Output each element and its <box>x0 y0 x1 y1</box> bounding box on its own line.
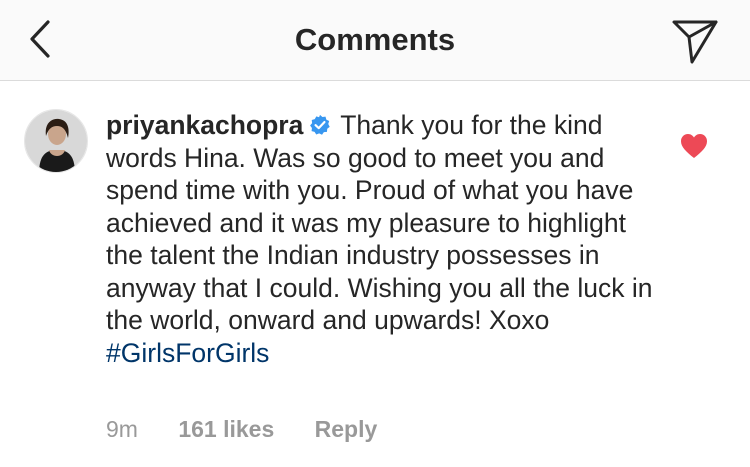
comment-hashtag[interactable]: #GirlsForGirls <box>106 338 269 368</box>
back-button[interactable] <box>22 14 62 64</box>
comment-like-button[interactable] <box>680 133 708 159</box>
comment-meta: 9m 161 likes Reply <box>106 414 377 444</box>
verified-badge-icon <box>310 114 331 135</box>
comment-item: priyankachopra Thank you for the kind wo… <box>0 81 750 467</box>
top-bar: Comments <box>0 0 750 81</box>
reply-button[interactable]: Reply <box>315 414 378 444</box>
heart-filled-icon <box>681 134 707 158</box>
profile-photo <box>25 110 87 172</box>
comment-username[interactable]: priyankachopra <box>106 110 303 140</box>
comment-message: Thank you for the kind words Hina. Was s… <box>106 110 653 335</box>
chevron-left-icon <box>30 20 50 58</box>
comment-text: priyankachopra Thank you for the kind wo… <box>106 109 666 369</box>
share-button[interactable] <box>670 15 720 65</box>
direct-send-icon <box>672 20 718 64</box>
avatar[interactable] <box>24 109 88 173</box>
page-title: Comments <box>294 22 456 57</box>
comment-time: 9m <box>106 416 138 442</box>
comment-likes-count[interactable]: 161 likes <box>178 414 274 444</box>
